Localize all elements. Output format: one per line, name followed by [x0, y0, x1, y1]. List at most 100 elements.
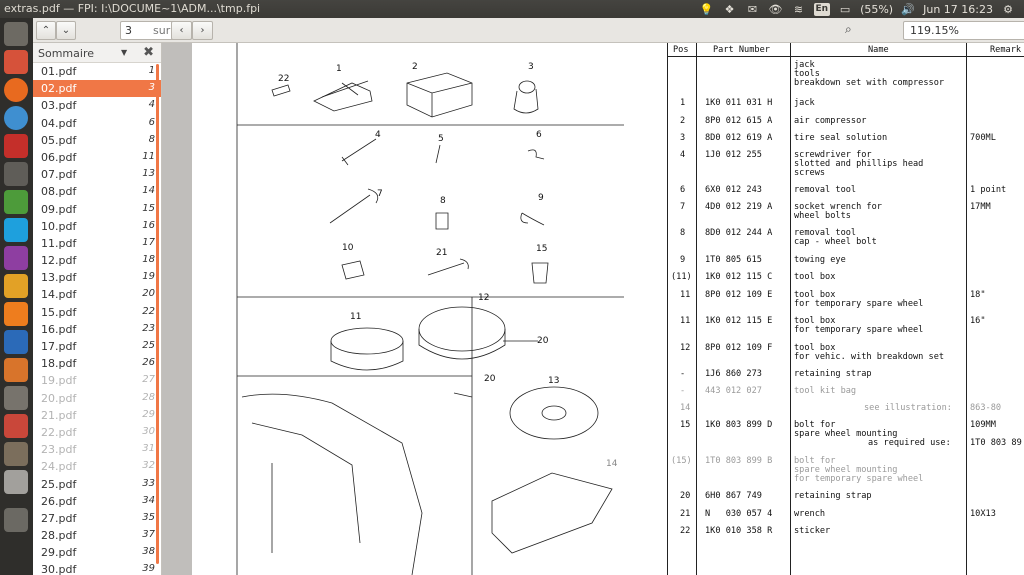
outline-item[interactable]: 06.pdf 11	[33, 149, 161, 166]
bulb-icon[interactable]: 💡	[699, 1, 715, 17]
outline-item-page: 4	[148, 99, 155, 111]
outline-item[interactable]: 04.pdf 6	[33, 115, 161, 132]
outline-item-title: 09.pdf	[41, 202, 77, 216]
clock[interactable]: Jun 17 16:23	[923, 3, 993, 16]
outline-item[interactable]: 01.pdf 1	[33, 63, 161, 80]
outline-item-page: 23	[142, 322, 155, 334]
outline-item-title: 16.pdf	[41, 322, 77, 336]
current-page[interactable]: 3	[125, 24, 132, 37]
outline-item[interactable]: 23.pdf 31	[33, 441, 161, 458]
outline-item[interactable]: 03.pdf 4	[33, 97, 161, 114]
firefox-icon[interactable]	[4, 78, 28, 102]
cell-name-line: tool kit bag	[794, 386, 857, 396]
cell-pos: (15)	[671, 456, 692, 466]
chevron-down-icon[interactable]: ▼	[121, 48, 127, 57]
messaging-icon[interactable]: ✉	[745, 1, 761, 17]
cell-pos: 1	[680, 98, 686, 108]
ubuntu-logo-icon[interactable]	[4, 22, 28, 46]
outline-item[interactable]: 09.pdf 15	[33, 201, 161, 218]
callout-label: 10	[342, 243, 354, 253]
outline-item[interactable]: 14.pdf 20	[33, 286, 161, 303]
outline-item[interactable]: 20.pdf 28	[33, 390, 161, 407]
close-icon[interactable]: ✖	[143, 45, 154, 60]
volume-icon[interactable]: 🔊	[900, 1, 916, 17]
chrome-icon[interactable]	[4, 106, 28, 130]
cell-part-number: 1K0 010 358 R	[705, 526, 773, 536]
table-row: (11) 1K0 012 115 C tool box	[668, 273, 1024, 282]
keyboard-layout[interactable]: En	[813, 2, 831, 16]
dropbox-icon[interactable]: ❖	[722, 1, 738, 17]
callout-label: 5	[438, 134, 444, 144]
app-icon[interactable]	[4, 386, 28, 410]
document-viewer-icon[interactable]	[4, 442, 28, 466]
sidebar-scrollbar[interactable]	[156, 64, 159, 564]
outline-item[interactable]: 05.pdf 8	[33, 132, 161, 149]
outline-item[interactable]: 02.pdf 3	[33, 80, 161, 98]
outline-item-page: 37	[142, 529, 155, 541]
cell-pos: (11)	[671, 272, 692, 282]
outline-item[interactable]: 17.pdf 25	[33, 338, 161, 355]
outline-item[interactable]: 25.pdf 33	[33, 476, 161, 493]
outline-item-page: 19	[142, 271, 155, 283]
outline-item[interactable]: 11.pdf 17	[33, 235, 161, 252]
outline-item[interactable]: 29.pdf 38	[33, 544, 161, 561]
history-forward-button[interactable]: ›	[192, 21, 213, 40]
outline-item-page: 33	[142, 477, 155, 489]
eye-icon[interactable]: 👁	[768, 1, 784, 17]
outline-item[interactable]: 22.pdf 30	[33, 424, 161, 441]
skype-icon[interactable]	[4, 218, 28, 242]
outline-item[interactable]: 18.pdf 26	[33, 355, 161, 372]
outline-item[interactable]: 26.pdf 34	[33, 493, 161, 510]
outline-item-title: 11.pdf	[41, 236, 77, 250]
battery-percentage[interactable]: (55%)	[860, 3, 893, 16]
outline-item[interactable]: 27.pdf 35	[33, 510, 161, 527]
sidebar-mode-label[interactable]: Sommaire	[38, 47, 94, 60]
writer-icon[interactable]	[4, 330, 28, 354]
outline-item-title: 29.pdf	[41, 546, 77, 560]
media-app-icon[interactable]	[4, 246, 28, 270]
wifi-icon[interactable]: ≋	[791, 1, 807, 17]
cell-remark: 863-80	[970, 403, 1002, 413]
socket-wrench-part	[329, 188, 379, 224]
outline-item[interactable]: 10.pdf 16	[33, 218, 161, 235]
outline-item-title: 15.pdf	[41, 305, 77, 319]
software-center-icon[interactable]	[4, 414, 28, 438]
search-icon[interactable]: ⌕	[845, 22, 852, 37]
app-n-icon[interactable]	[4, 134, 28, 158]
outline-item[interactable]: 15.pdf 22	[33, 304, 161, 321]
outline-item[interactable]: 19.pdf 27	[33, 372, 161, 389]
vlc-icon[interactable]	[4, 302, 28, 326]
outline-item[interactable]: 07.pdf 13	[33, 166, 161, 183]
previous-page-button[interactable]: ⌃	[36, 21, 56, 40]
outline-item[interactable]: 21.pdf 29	[33, 407, 161, 424]
callout-label: 7	[377, 189, 383, 199]
next-page-button[interactable]: ⌄	[56, 21, 76, 40]
tool-app-icon[interactable]	[4, 190, 28, 214]
workspace-switcher-icon[interactable]	[4, 508, 28, 532]
outline-item[interactable]: 12.pdf 18	[33, 252, 161, 269]
image-app-icon[interactable]	[4, 470, 28, 494]
table-row: 1 1K0 011 031 H jack	[668, 99, 1024, 108]
settings-app-icon[interactable]	[4, 274, 28, 298]
cell-remark: 17MM	[970, 202, 991, 212]
callout-label: 2	[412, 62, 418, 72]
outline-item[interactable]: 30.pdf 39	[33, 561, 161, 575]
impress-icon[interactable]	[4, 358, 28, 382]
chevron-up-icon: ⌃	[41, 25, 51, 36]
cell-part-number: 4D0 012 219 A	[705, 202, 773, 212]
column-header-pos: Pos	[673, 45, 689, 55]
outline-item[interactable]: 24.pdf 32	[33, 458, 161, 475]
files-app-icon[interactable]	[4, 50, 28, 74]
calculator-icon[interactable]	[4, 162, 28, 186]
battery-icon[interactable]: ▭	[837, 1, 853, 17]
history-back-button[interactable]: ‹	[171, 21, 192, 40]
outline-item[interactable]: 16.pdf 23	[33, 321, 161, 338]
zoom-select[interactable]: 119.15% ▼	[903, 21, 1024, 40]
power-gear-icon[interactable]: ⚙	[1000, 1, 1016, 17]
outline-item-title: 19.pdf	[41, 374, 77, 388]
spare-wheel-cover-part	[509, 386, 599, 440]
cell-part-number: 1K0 011 031 H	[705, 98, 773, 108]
outline-item[interactable]: 13.pdf 19	[33, 269, 161, 286]
outline-item[interactable]: 28.pdf 37	[33, 527, 161, 544]
outline-item[interactable]: 08.pdf 14	[33, 183, 161, 200]
